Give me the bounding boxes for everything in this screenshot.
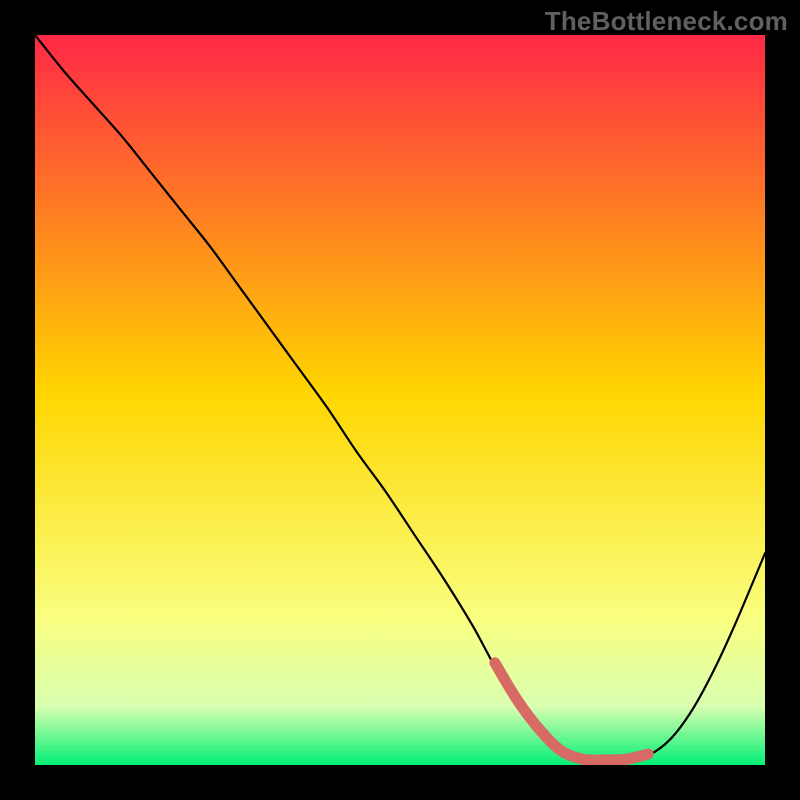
watermark-text: TheBottleneck.com — [545, 6, 788, 37]
gradient-background — [35, 35, 765, 765]
chart-root: TheBottleneck.com — [0, 0, 800, 800]
plot-area — [35, 35, 765, 765]
plot-svg — [35, 35, 765, 765]
